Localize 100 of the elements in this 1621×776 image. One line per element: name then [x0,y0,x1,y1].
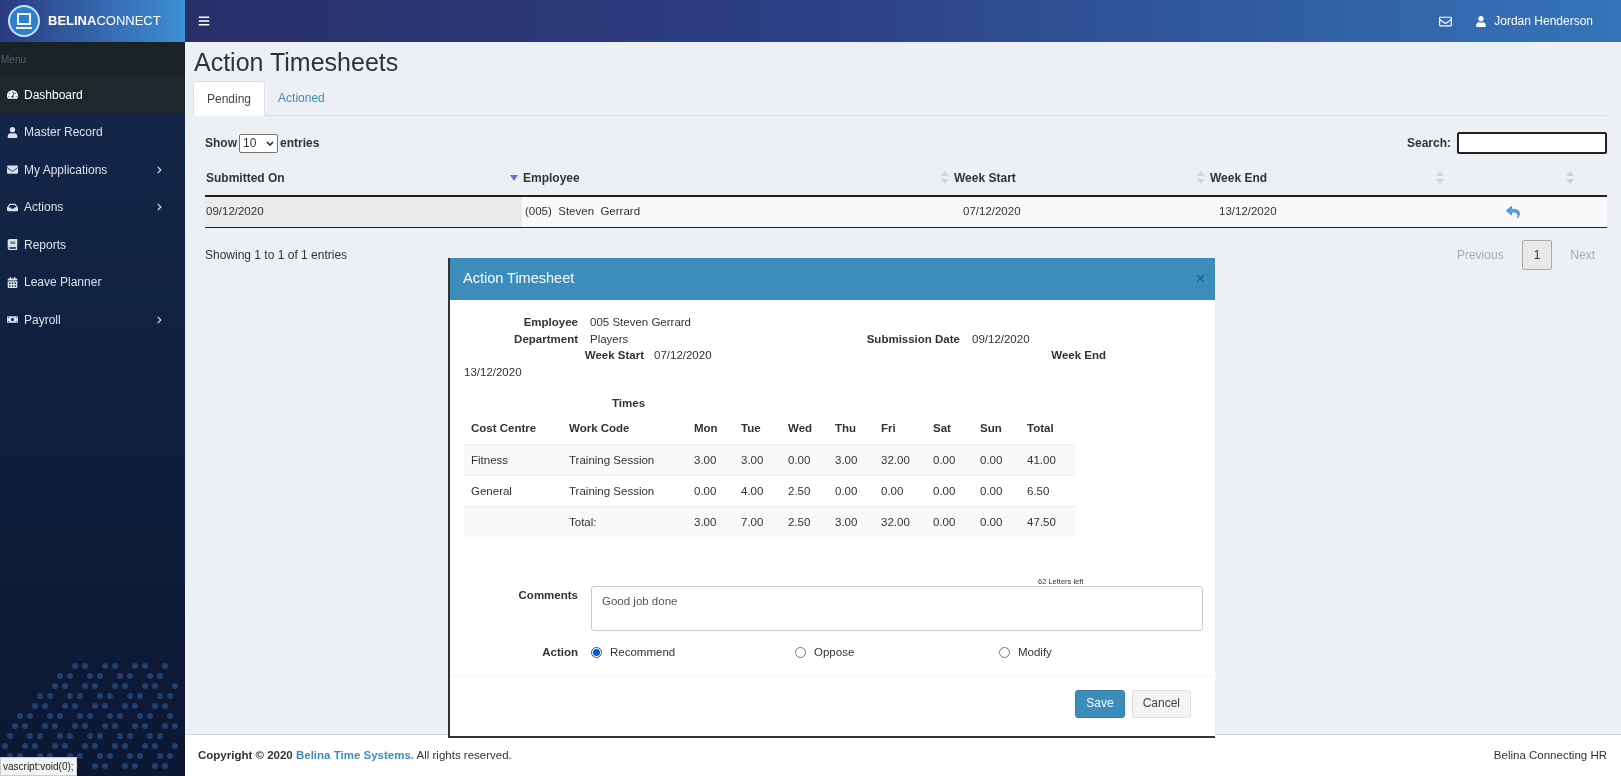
user-icon [7,126,18,138]
sidebar-item[interactable]: Dashboard [0,76,185,114]
field-value: 09/12/2020 [972,331,1030,347]
search-field[interactable] [1457,132,1607,154]
table-cell: Total: [569,515,597,528]
envelope-icon [7,164,18,176]
column-header: Sat [933,422,951,435]
table-cell: 3.00 [741,453,764,466]
modal-title: Action Timesheet [463,269,575,289]
copyright-text: Copyright © 2020 Belina Time Systems. All rights reserved. [198,747,512,763]
inbox-icon [7,201,18,213]
table-cell: 0.00 [694,484,717,497]
status-tooltip: vascript:void(0); [0,757,77,776]
column-header[interactable]: Employee [523,168,580,187]
radio-option[interactable]: Oppose [795,644,999,661]
field-value: 07/12/2020 [654,348,713,363]
sidebar-item[interactable]: Leave Planner [0,263,185,301]
field-label: Comments [517,588,578,603]
comments-field[interactable]: Good job done [591,586,1203,631]
calendar-icon [7,276,18,288]
column-header: Wed [788,422,813,435]
field-value: Players [590,331,630,347]
column-header: Total [1027,422,1054,435]
field-label: Action [541,645,578,660]
column-header: Tue [741,422,761,435]
table-cell: Training Session [569,484,655,497]
radio-option[interactable]: Recommend [591,644,795,661]
menu-icon[interactable] [198,15,210,27]
banknote-icon [7,314,18,326]
field-label: Submission Date [865,331,960,347]
table-cell: 4.00 [741,484,764,497]
column-header: Thu [835,422,857,435]
field-label: Department [513,331,578,347]
field-value: 13/12/2020 [464,364,522,380]
table-cell: 47.50 [1027,515,1056,528]
menu-label: Menu [0,42,185,76]
table-cell: 32.00 [881,453,910,466]
column-header: Fri [881,422,896,435]
logo-icon [8,5,40,37]
table-cell: 32.00 [881,515,910,528]
table-cell: 0.00 [980,515,1003,528]
tab[interactable]: Pending [193,81,266,116]
column-header[interactable]: Week Start [954,168,1016,187]
table-cell-text: 13/12/2020 [1218,204,1278,220]
show-label: Show [205,135,237,152]
column-header: Cost Centre [471,422,537,435]
user-name[interactable]: Jordan Henderson [1494,12,1593,30]
brand-name: BELINACONNECT [48,12,161,31]
sidebar-item[interactable]: Reports [0,226,185,264]
page-title: Action Timesheets [194,47,400,78]
field-value: 005 Steven Gerrard [590,315,691,330]
table-cell: 2.50 [788,484,811,497]
caret-icon [266,140,274,146]
table-cell: 3.00 [694,515,717,528]
dashboard-icon [7,89,18,101]
book-icon [7,239,18,251]
page-length-select[interactable]: 10 [239,133,278,153]
cancel-button[interactable]: Cancel [1131,689,1191,718]
sidebar-item[interactable]: Actions [0,188,185,226]
table-cell: 0.00 [933,515,956,528]
table-info: Showing 1 to 1 of 1 entries [205,247,348,264]
table-cell: 0.00 [788,453,811,466]
table-cell: 0.00 [933,484,956,497]
field-label: Week Start [583,348,644,363]
table-cell: 3.00 [835,515,858,528]
table-cell: 09/12/2020 [205,197,522,227]
sidebar-item[interactable]: Master Record [0,113,185,151]
search-label: Search: [1406,135,1451,152]
table-cell: 7.00 [741,515,764,528]
table-cell: General [471,484,512,497]
column-header[interactable]: Week End [1210,168,1268,187]
envelope-icon[interactable] [1439,14,1453,28]
page-number-button[interactable]: 1 [1521,240,1553,270]
sidebar-item[interactable]: My Applications [0,151,185,189]
save-button[interactable]: Save [1075,689,1125,718]
table-caption: Times [612,397,646,409]
column-header: Work Code [569,422,630,435]
user-icon [1476,15,1487,27]
column-header: Sun [980,422,1002,435]
entries-label: entries [280,135,320,152]
table-cell: 0.00 [835,484,858,497]
company-link[interactable]: Belina Time Systems. [295,748,414,761]
table-cell-text: 07/12/2020 [962,204,1022,220]
table-cell: Fitness [471,453,509,466]
table-cell: 3.00 [835,453,858,466]
column-header[interactable]: Submitted On [206,168,285,187]
table-cell: 3.00 [694,453,717,466]
table-cell: 0.00 [933,453,956,466]
radio-option[interactable]: Modify [999,644,1203,661]
field-label: Week End [1050,348,1106,363]
table-cell: 0.00 [881,484,904,497]
footer-tagline: Belina Connecting HR [1493,747,1607,763]
table-cell: 0.00 [980,484,1003,497]
sort-down-icon[interactable] [510,174,518,181]
table-cell: 41.00 [1027,453,1056,466]
reply-icon[interactable] [1505,205,1521,219]
table-cell: 6.50 [1027,484,1050,497]
table-cell: Training Session [569,453,655,466]
sidebar-item[interactable]: Payroll [0,301,185,339]
column-header: Mon [694,422,718,435]
